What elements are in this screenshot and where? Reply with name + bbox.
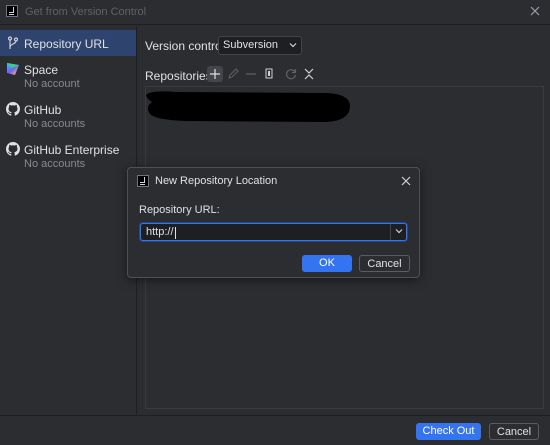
text-caret — [175, 227, 176, 239]
bottom-bar: Check Out Cancel — [0, 415, 550, 445]
remove-icon[interactable] — [243, 66, 259, 82]
repository-url-value: http:// — [146, 226, 174, 238]
sidebar-item-status: No accounts — [24, 118, 86, 130]
vcs-branch-icon — [7, 36, 19, 49]
sidebar-item-github[interactable]: GitHub No accounts — [0, 98, 136, 136]
version-control-label: Version control: — [145, 39, 228, 53]
github-logo-icon — [6, 142, 20, 156]
window-title: Get from Version Control — [25, 6, 147, 18]
intellij-logo-icon — [6, 5, 18, 17]
copy-icon[interactable] — [261, 66, 277, 82]
dropdown-divider — [390, 224, 391, 240]
version-control-value: Subversion — [223, 39, 279, 51]
refresh-icon[interactable] — [283, 66, 299, 82]
new-repository-location-dialog: New Repository Location Repository URL: … — [127, 167, 420, 278]
sidebar-item-label: GitHub Enterprise — [24, 143, 120, 157]
collapse-icon[interactable] — [301, 66, 317, 82]
dialog-title: New Repository Location — [155, 175, 278, 187]
repository-url-input[interactable]: http:// — [140, 223, 407, 241]
sidebar-item-label: Space — [24, 63, 59, 77]
repository-url-label: Repository URL: — [139, 204, 220, 216]
repositories-label: Repositories: — [145, 69, 216, 83]
sidebar-item-label: Repository URL — [24, 37, 109, 51]
sidebar-item-space[interactable]: Space No account — [0, 58, 136, 96]
cancel-button[interactable]: Cancel — [489, 423, 539, 440]
version-control-select[interactable]: Subversion — [218, 36, 302, 55]
sidebar-item-label: GitHub — [24, 103, 62, 117]
sidebar-item-github-enterprise[interactable]: GitHub Enterprise No accounts — [0, 138, 136, 176]
chevron-down-icon[interactable] — [395, 228, 403, 234]
github-logo-icon — [6, 102, 20, 116]
edit-icon[interactable] — [225, 66, 241, 82]
ok-button[interactable]: OK — [302, 255, 352, 272]
sidebar: Repository URL Space No account GitHub N… — [0, 26, 137, 415]
add-icon[interactable] — [207, 66, 223, 82]
redacted-repository-entry — [146, 91, 351, 122]
sidebar-item-status: No accounts — [24, 158, 86, 170]
close-icon[interactable] — [528, 4, 542, 18]
title-bar: Get from Version Control — [0, 0, 550, 25]
space-logo-icon — [7, 63, 19, 75]
sidebar-item-status: No account — [24, 78, 80, 90]
sidebar-item-repository-url[interactable]: Repository URL — [0, 30, 136, 56]
intellij-logo-icon — [137, 175, 149, 187]
chevron-down-icon — [289, 43, 297, 48]
close-icon[interactable] — [401, 176, 411, 186]
check-out-button[interactable]: Check Out — [416, 423, 481, 440]
dialog-cancel-button[interactable]: Cancel — [359, 255, 410, 272]
